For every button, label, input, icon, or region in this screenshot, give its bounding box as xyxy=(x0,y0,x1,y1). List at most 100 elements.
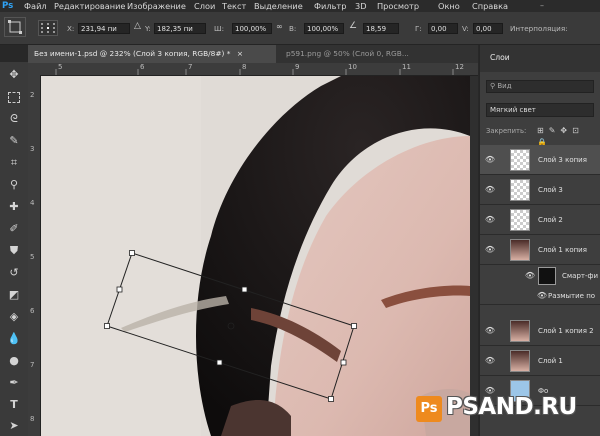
ruler-tick-label: 5 xyxy=(58,63,63,71)
ruler-tick-label: 7 xyxy=(188,63,193,71)
menu-filter[interactable]: Фильтр xyxy=(314,0,346,12)
vskew-field[interactable]: 0,00 xyxy=(473,23,503,34)
blend-mode-select[interactable]: Мягкий свет xyxy=(486,103,594,117)
layer-thumbnail xyxy=(510,239,530,261)
layer-thumbnail xyxy=(510,179,530,201)
transform-icon xyxy=(8,20,22,34)
angle-field[interactable]: 18,59 xyxy=(363,23,399,34)
eye-icon[interactable]: 👁 xyxy=(536,290,548,302)
eye-icon[interactable]: 👁 xyxy=(484,355,496,367)
layer-search-placeholder: Вид xyxy=(497,82,512,90)
site-watermark: Ps PSAND.RU xyxy=(410,390,600,430)
layer-thumbnail xyxy=(510,320,530,342)
clone-stamp-icon[interactable]: ⛊ xyxy=(4,242,24,260)
menu-edit[interactable]: Редактирование xyxy=(54,0,125,12)
move-tool-icon[interactable]: ✥ xyxy=(4,66,24,84)
layer-row-smart-filter[interactable]: 👁 Смарт-фи xyxy=(480,265,600,287)
menu-select[interactable]: Выделение xyxy=(254,0,303,12)
x-field[interactable]: 231,94 пи xyxy=(78,23,130,34)
menu-type[interactable]: Текст xyxy=(222,0,246,12)
close-icon[interactable]: × xyxy=(237,49,243,58)
document-tabs: Без имени-1.psd @ 232% (Слой 3 копия, RG… xyxy=(28,45,478,63)
blur-tool-icon[interactable]: 💧 xyxy=(4,330,24,348)
menu-view[interactable]: Просмотр xyxy=(377,0,419,12)
layer-name: Слой 2 xyxy=(538,216,563,224)
tab-document-2[interactable]: p591.png @ 50% (Слой 0, RGB... xyxy=(280,45,476,63)
layer-row-sloy2[interactable]: 👁 Слой 2 xyxy=(480,205,600,235)
link-icon[interactable]: ∞ xyxy=(276,22,283,31)
smart-filter-mask-thumbnail xyxy=(538,267,556,285)
ruler-tick-label: 8 xyxy=(30,415,35,423)
lock-icons[interactable]: ⊞✎✥⊡🔒 xyxy=(537,125,597,147)
tab-document-1[interactable]: Без имени-1.psd @ 232% (Слой 3 копия, RG… xyxy=(28,45,276,63)
height-field[interactable]: 100,00% xyxy=(304,23,344,34)
width-field[interactable]: 100,00% xyxy=(232,23,272,34)
eye-icon[interactable]: 👁 xyxy=(484,154,496,166)
layer-search-field[interactable]: ⚲ Вид xyxy=(486,80,594,93)
watermark-badge: Ps xyxy=(416,396,442,422)
layer-name: Слой 3 копия xyxy=(538,156,587,164)
tool-preset-picker[interactable] xyxy=(4,17,26,37)
layer-row-blur-filter[interactable]: 👁 Размытие по xyxy=(480,287,600,305)
document-canvas[interactable] xyxy=(41,76,470,436)
layer-row-sloy1[interactable]: 👁 Слой 1 xyxy=(480,346,600,376)
ruler-tick-label: 2 xyxy=(30,91,35,99)
path-select-icon[interactable]: ➤ xyxy=(4,417,24,435)
eye-icon[interactable]: 👁 xyxy=(484,244,496,256)
layer-name: Слой 1 xyxy=(538,357,563,365)
photo-artwork xyxy=(41,76,470,436)
ruler-tick-label: 12 xyxy=(455,63,464,71)
ruler-tick-label: 3 xyxy=(30,145,35,153)
ruler-tick-label: 8 xyxy=(242,63,247,71)
eye-icon[interactable]: 👁 xyxy=(524,270,536,282)
y-field[interactable]: 182,35 пи xyxy=(154,23,206,34)
menu-image[interactable]: Изображение xyxy=(127,0,186,12)
ruler-tick-label: 6 xyxy=(30,307,35,315)
layer-row-sloy3[interactable]: 👁 Слой 3 xyxy=(480,175,600,205)
menu-layers[interactable]: Слои xyxy=(194,0,215,12)
interpolation-label: Интерполяция: xyxy=(510,24,568,33)
watermark-text: PSAND.RU xyxy=(446,394,577,420)
lasso-tool-icon[interactable]: ᘓ xyxy=(4,110,24,128)
menu-help[interactable]: Справка xyxy=(472,0,508,12)
delta-icon[interactable]: △ xyxy=(134,21,141,31)
vertical-scrollbar[interactable] xyxy=(470,76,478,436)
menu-3d[interactable]: 3D xyxy=(355,0,367,12)
layer-row-sloy1-kopiya-2[interactable]: 👁 Слой 1 копия 2 xyxy=(480,316,600,346)
hskew-field[interactable]: 0,00 xyxy=(428,23,458,34)
photoshop-logo: Ps xyxy=(2,1,14,11)
eye-icon[interactable]: 👁 xyxy=(484,184,496,196)
eyedropper-icon[interactable]: ⚲ xyxy=(4,176,24,194)
ruler-horizontal: 5 6 7 8 9 10 11 12 xyxy=(28,63,478,76)
quick-select-icon[interactable]: ✎ xyxy=(4,132,24,150)
layer-row-sloy3-kopiya[interactable]: 👁 Слой 3 копия xyxy=(480,145,600,175)
y-label: Y: xyxy=(145,24,151,33)
reference-point-icon[interactable] xyxy=(38,20,58,36)
history-brush-icon[interactable]: ↺ xyxy=(4,264,24,282)
eye-icon[interactable]: 👁 xyxy=(484,214,496,226)
brush-tool-icon[interactable]: ✐ xyxy=(4,220,24,238)
pen-tool-icon[interactable]: ✒ xyxy=(4,374,24,392)
layer-row-sloy1-kopiya[interactable]: 👁 Слой 1 копия xyxy=(480,235,600,265)
menu-file[interactable]: Файл xyxy=(24,0,47,12)
eraser-icon[interactable]: ◩ xyxy=(4,286,24,304)
tab-label: Без имени-1.psd @ 232% (Слой 3 копия, RG… xyxy=(34,49,231,58)
ruler-vertical: 2 3 4 5 6 7 8 xyxy=(28,75,41,436)
layer-name: Слой 3 xyxy=(538,186,563,194)
options-bar: X: 231,94 пи △ Y: 182,35 пи Ш: 100,00% ∞… xyxy=(0,12,600,45)
menu-window[interactable]: Окно xyxy=(438,0,460,12)
search-icon: ⚲ xyxy=(490,82,496,90)
toolbox: ✥ ᘓ ✎ ⌗ ⚲ ✚ ✐ ⛊ ↺ ◩ ◈ 💧 ● ✒ T ➤ xyxy=(0,62,29,436)
eye-icon[interactable]: 👁 xyxy=(484,325,496,337)
layer-thumbnail xyxy=(510,350,530,372)
marquee-tool-icon[interactable] xyxy=(4,88,24,106)
tab-layers[interactable]: Слои xyxy=(490,53,510,62)
layer-thumbnail xyxy=(510,149,530,171)
crop-tool-icon[interactable]: ⌗ xyxy=(4,154,24,172)
healing-brush-icon[interactable]: ✚ xyxy=(4,198,24,216)
type-tool-icon[interactable]: T xyxy=(4,396,24,414)
dodge-tool-icon[interactable]: ● xyxy=(4,352,24,370)
paint-bucket-icon[interactable]: ◈ xyxy=(4,308,24,326)
minimize-icon[interactable]: – xyxy=(540,1,550,11)
ruler-tick-label: 6 xyxy=(140,63,145,71)
